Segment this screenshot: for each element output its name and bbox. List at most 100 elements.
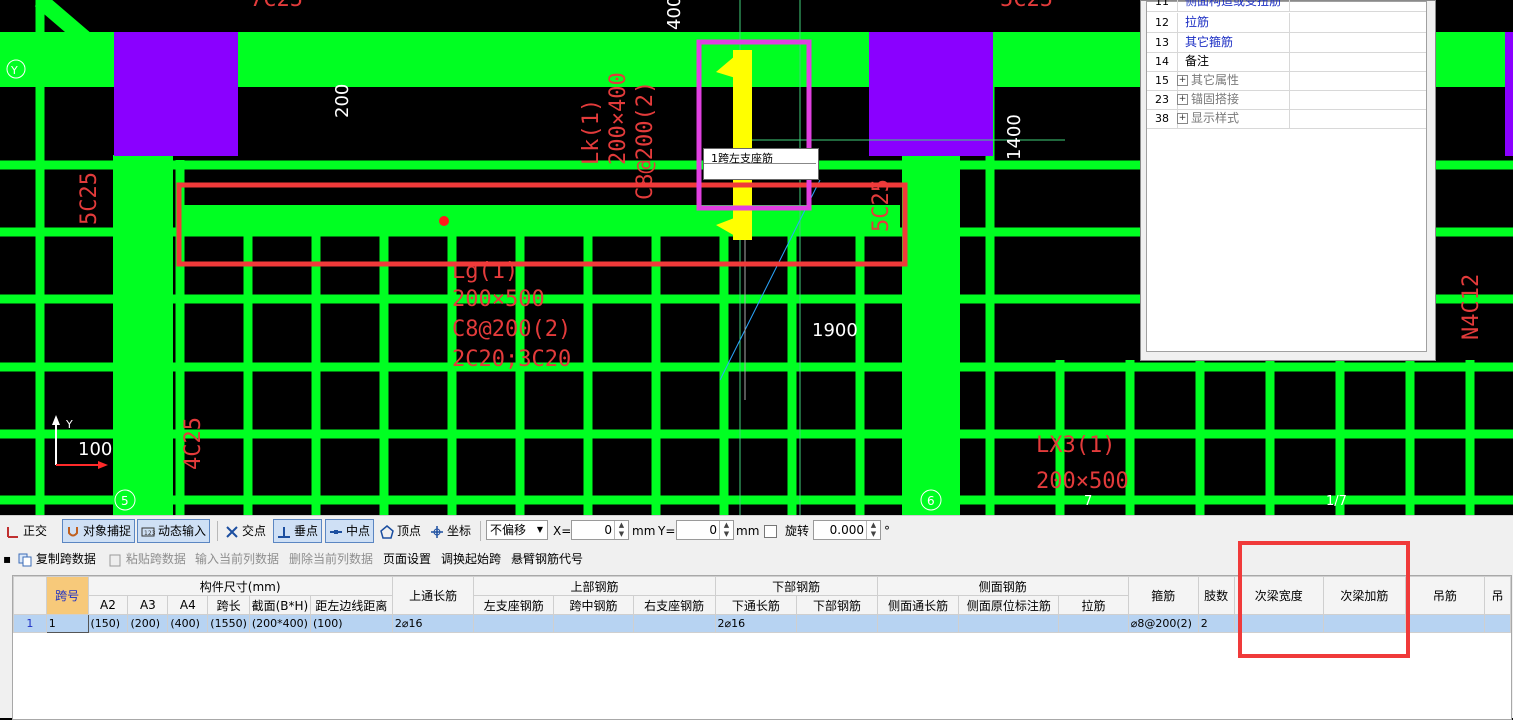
midpoint-snap-button[interactable]: 中点 — [325, 519, 375, 543]
property-row-name: 其它属性 — [1191, 73, 1240, 87]
cad-label-lk1: Lk(1) — [579, 99, 604, 165]
legs-cell[interactable]: 2 — [1197, 614, 1235, 633]
bottom-bar-group-header: 下部钢筋 — [714, 576, 878, 596]
coordinate-label: 坐标 — [447, 524, 472, 538]
property-row-value[interactable] — [1289, 33, 1426, 52]
side-original-bar-header[interactable]: 侧面原位标注筋 — [958, 595, 1060, 615]
property-list[interactable]: 11 侧面构造或受扭筋 12 拉筋 13 其它箍筋 14 备注 15 + 其它属… — [1146, 0, 1427, 352]
truncated-cell[interactable] — [1483, 614, 1511, 633]
right-support-bar-header[interactable]: 右支座钢筋 — [632, 595, 716, 615]
coordinate-snap-button[interactable]: 坐标 — [430, 520, 471, 542]
copy-icon — [18, 553, 32, 566]
degree-symbol: ° — [884, 524, 890, 538]
rotate-input[interactable]: 0.000 ▲ ▼ — [813, 520, 881, 540]
cantilever-code-button[interactable]: 悬臂钢筋代号 — [511, 550, 583, 568]
expand-plus-icon[interactable]: + — [1177, 94, 1188, 105]
a2-cell[interactable]: (150) — [87, 614, 129, 633]
top-bar-group-header: 上部钢筋 — [473, 576, 716, 596]
property-row-15[interactable]: 15 + 其它属性 — [1147, 71, 1426, 91]
truncated-header[interactable]: 吊 — [1483, 576, 1511, 615]
rotate-checkbox[interactable] — [764, 520, 777, 542]
row-number-cell[interactable]: 1 — [13, 614, 47, 633]
row-number-header — [13, 576, 47, 615]
hanger-bar-cell[interactable] — [1404, 614, 1485, 633]
page-setup-button[interactable]: 页面设置 — [383, 550, 431, 568]
property-row-11[interactable]: 11 侧面构造或受扭筋 — [1147, 0, 1426, 12]
edge-distance-header[interactable]: 距左边线距离 — [309, 595, 393, 615]
vertex-snap-button[interactable]: 顶点 — [380, 520, 421, 542]
paste-span-button[interactable]: 粘贴跨数据 — [108, 550, 186, 568]
swap-start-span-button[interactable]: 调换起始跨 — [441, 550, 501, 568]
property-row-14[interactable]: 14 备注 — [1147, 52, 1426, 72]
property-row-value[interactable] — [1289, 0, 1426, 11]
span-number-cell[interactable]: 1 — [45, 614, 89, 633]
checkbox-icon[interactable] — [764, 525, 777, 538]
secondary-beam-columns-highlight — [1238, 541, 1410, 658]
tie-bar-cell[interactable] — [1058, 614, 1129, 633]
dynamic-input-icon: 123 — [141, 527, 155, 537]
ortho-button[interactable]: 正交 — [6, 520, 47, 542]
offset-select[interactable]: 不偏移 ▼ — [486, 520, 548, 540]
mid-span-bar-cell[interactable] — [553, 614, 634, 633]
property-row-value[interactable] — [1289, 52, 1426, 71]
property-row-number: 14 — [1147, 52, 1178, 71]
mid-span-bar-header[interactable]: 跨中钢筋 — [553, 595, 634, 615]
span-length-cell[interactable]: (1550) — [207, 614, 250, 633]
cad-drawing-canvas[interactable]: Y 5 6 7 1/7 7C25 5C25 5C25 5C25 4C25 Lk(… — [0, 0, 1513, 515]
property-row-number: 11 — [1147, 0, 1178, 11]
bottom-long-bar-cell[interactable]: 2⌀16 — [714, 614, 798, 633]
cad-dim-200: 200 — [332, 84, 353, 118]
cad-dim-100: 100 — [78, 439, 112, 460]
span-length-header[interactable]: 跨长 — [207, 595, 250, 615]
stirrup-header[interactable]: 箍筋 — [1127, 576, 1199, 615]
copy-span-button[interactable]: 复制跨数据 — [18, 550, 96, 568]
property-row-38[interactable]: 38 + 显示样式 — [1147, 109, 1426, 129]
property-panel[interactable]: 11 侧面构造或受扭筋 12 拉筋 13 其它箍筋 14 备注 15 + 其它属… — [1140, 0, 1436, 361]
bottom-bar-cell[interactable] — [796, 614, 878, 633]
x-coordinate-input[interactable]: 0 ▲ ▼ — [571, 520, 629, 540]
spin-arrows-icon[interactable]: ▲ ▼ — [614, 521, 628, 539]
cad-label-lx3: LX3(1) — [1036, 433, 1115, 458]
delete-column-button[interactable]: 删除当前列数据 — [289, 550, 373, 568]
perpendicular-snap-button[interactable]: 垂点 — [273, 519, 323, 543]
bottom-bar-header[interactable]: 下部钢筋 — [796, 595, 878, 615]
side-original-bar-cell[interactable] — [958, 614, 1060, 633]
top-long-bar-header[interactable]: 上通长筋 — [391, 576, 475, 615]
section-header[interactable]: 截面(B*H) — [248, 595, 311, 615]
side-long-bar-cell[interactable] — [876, 614, 960, 633]
a4-header[interactable]: A4 — [167, 595, 209, 615]
expand-plus-icon[interactable]: + — [1177, 113, 1188, 124]
side-long-bar-header[interactable]: 侧面通长筋 — [876, 595, 960, 615]
dynamic-input-button[interactable]: 123 动态输入 — [137, 519, 211, 543]
a4-cell[interactable]: (400) — [167, 614, 209, 633]
spin-arrows-icon[interactable]: ▲ ▼ — [866, 521, 880, 539]
spin-arrows-icon[interactable]: ▲ ▼ — [719, 521, 733, 539]
midpoint-label: 中点 — [346, 524, 371, 538]
right-support-bar-cell[interactable] — [632, 614, 716, 633]
object-snap-button[interactable]: 对象捕捉 — [62, 519, 136, 543]
axis-mark-7: 7 — [1084, 494, 1092, 509]
property-row-value[interactable] — [1289, 13, 1426, 32]
edge-distance-cell[interactable]: (100) — [309, 614, 393, 633]
y-coordinate-value: 0 — [709, 523, 717, 537]
expand-plus-icon[interactable]: + — [1177, 75, 1188, 86]
property-row-12[interactable]: 12 拉筋 — [1147, 13, 1426, 33]
property-row-13[interactable]: 13 其它箍筋 — [1147, 33, 1426, 53]
legs-header[interactable]: 肢数 — [1197, 576, 1235, 615]
input-column-button[interactable]: 输入当前列数据 — [195, 550, 279, 568]
bottom-long-bar-header[interactable]: 下通长筋 — [714, 595, 798, 615]
stirrup-cell[interactable]: ⌀8@200(2) — [1127, 614, 1199, 633]
property-row-23[interactable]: 23 + 锚固搭接 — [1147, 90, 1426, 110]
left-support-bar-cell[interactable] — [473, 614, 555, 633]
intersection-snap-button[interactable]: 交点 — [225, 520, 266, 542]
a3-header[interactable]: A3 — [127, 595, 169, 615]
span-number-header[interactable]: 跨号 — [45, 576, 89, 615]
a3-cell[interactable]: (200) — [127, 614, 169, 633]
section-cell[interactable]: (200*400) — [248, 614, 311, 633]
top-long-bar-cell[interactable]: 2⌀16 — [391, 614, 475, 633]
hanger-bar-header[interactable]: 吊筋 — [1404, 576, 1485, 615]
a2-header[interactable]: A2 — [87, 595, 129, 615]
tie-bar-header[interactable]: 拉筋 — [1058, 595, 1129, 615]
y-coordinate-input[interactable]: 0 ▲ ▼ — [676, 520, 734, 540]
left-support-bar-header[interactable]: 左支座钢筋 — [473, 595, 555, 615]
